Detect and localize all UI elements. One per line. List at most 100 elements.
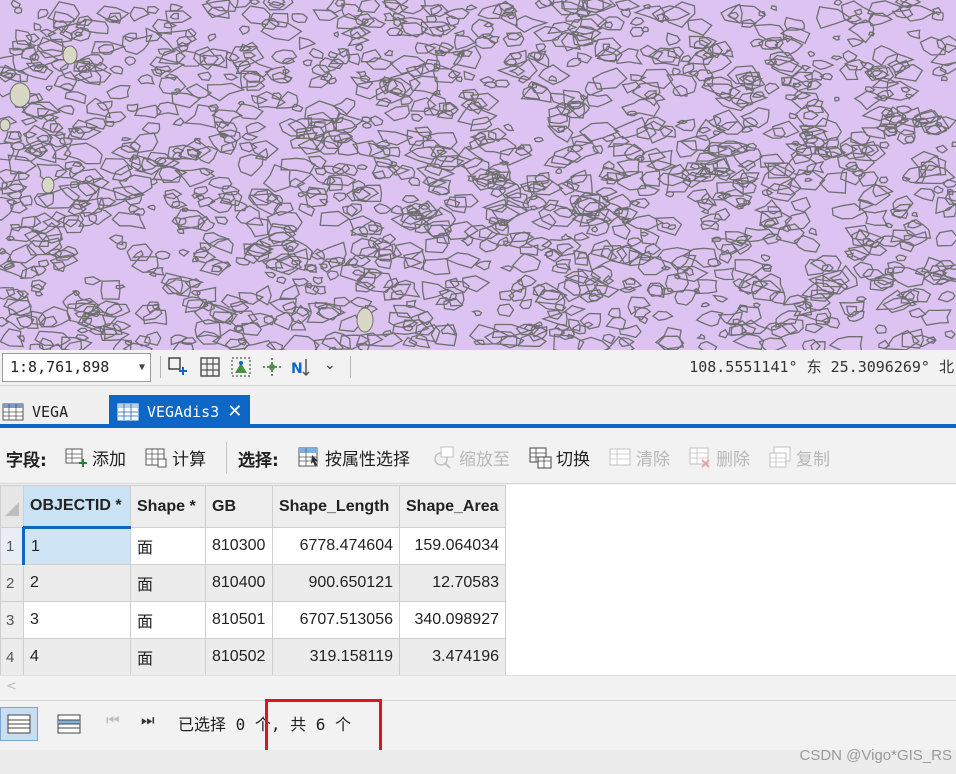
- add-field-label: 添加: [92, 449, 126, 470]
- delete-label: 删除: [716, 449, 750, 470]
- map-status-bar: 1:8,761,898 ▼ N ⌄ 108.5551141° 东 25.3096…: [0, 350, 956, 386]
- copy-button[interactable]: 复制: [768, 444, 830, 470]
- column-header-gb[interactable]: GB: [205, 485, 273, 528]
- clear-selection-label: 清除: [636, 449, 670, 470]
- table-icon: [2, 403, 24, 421]
- delete-button[interactable]: 删除: [688, 444, 750, 470]
- first-record-icon[interactable]: ⏮: [106, 711, 120, 729]
- north-arrow-icon[interactable]: N: [290, 355, 314, 379]
- select-all-corner[interactable]: [0, 485, 24, 528]
- unclassified-patch: [62, 45, 78, 65]
- add-field-icon: [65, 448, 87, 467]
- tab-label: VEGA: [32, 403, 69, 421]
- divider: [350, 356, 351, 378]
- cell-shape-length[interactable]: 6778.474604: [272, 527, 400, 565]
- clear-selection-button[interactable]: 清除: [608, 444, 670, 470]
- cell-gb[interactable]: 810300: [205, 527, 273, 565]
- cell-shape-area[interactable]: 3.474196: [399, 638, 506, 676]
- all-records-icon: [7, 714, 31, 734]
- switch-selection-label: 切换: [556, 449, 590, 470]
- cell-gb[interactable]: 810400: [205, 564, 273, 602]
- close-icon[interactable]: ✕: [227, 401, 242, 422]
- cell-objectid[interactable]: 1: [23, 527, 131, 565]
- grid-icon[interactable]: [198, 355, 222, 379]
- field-label: 字段:: [6, 451, 47, 471]
- cell-shape[interactable]: 面: [130, 638, 206, 676]
- tab-vega[interactable]: VEGA: [0, 396, 76, 428]
- zoom-to-label: 缩放至: [459, 449, 510, 470]
- chevron-down-icon[interactable]: ⌄: [324, 357, 336, 373]
- cell-objectid[interactable]: 4: [23, 638, 131, 676]
- chevron-down-icon[interactable]: ▼: [139, 354, 145, 381]
- tab-label: VEGAdis3: [147, 402, 220, 421]
- map-view[interactable]: [0, 0, 956, 350]
- switch-selection-button[interactable]: 切换: [528, 444, 590, 470]
- unclassified-patch: [9, 82, 31, 108]
- tab-vegadis3[interactable]: VEGAdis3 ✕: [109, 395, 251, 428]
- switch-selection-icon: [529, 447, 552, 469]
- cell-shape-length[interactable]: 6707.513056: [272, 601, 400, 639]
- annotation-highlight-box: [265, 699, 382, 754]
- show-all-records-button[interactable]: [0, 707, 38, 741]
- cell-gb[interactable]: 810501: [205, 601, 273, 639]
- cell-shape-area[interactable]: 12.70583: [399, 564, 506, 602]
- cell-objectid[interactable]: 2: [23, 564, 131, 602]
- selected-records-icon: [57, 714, 81, 734]
- table-footer: ⏮ ⏭ 已选择 0 个, 共 6 个: [0, 700, 956, 750]
- cell-shape[interactable]: 面: [130, 564, 206, 602]
- scale-value: 1:8,761,898: [10, 358, 110, 376]
- table-row[interactable]: 4 4 面 810502 319.158119 3.474196: [0, 638, 506, 676]
- coordinate-readout: 108.5551141° 东 25.3096269° 北: [689, 358, 954, 376]
- unclassified-patch: [356, 307, 374, 333]
- cell-shape-length[interactable]: 900.650121: [272, 564, 400, 602]
- cell-shape-length[interactable]: 319.158119: [272, 638, 400, 676]
- cell-gb[interactable]: 810502: [205, 638, 273, 676]
- header-row: OBJECTID * Shape * GB Shape_Length Shape…: [0, 485, 506, 529]
- calculate-field-label: 计算: [172, 449, 206, 470]
- map-canvas[interactable]: [0, 0, 956, 350]
- cell-shape[interactable]: 面: [130, 601, 206, 639]
- cell-shape[interactable]: 面: [130, 527, 206, 565]
- table-tab-strip: VEGA VEGAdis3 ✕: [0, 386, 956, 428]
- table-row[interactable]: 2 2 面 810400 900.650121 12.70583: [0, 564, 506, 602]
- add-field-button[interactable]: 添加: [64, 444, 126, 470]
- scale-selector[interactable]: 1:8,761,898 ▼: [2, 353, 151, 382]
- snapping-icon[interactable]: [229, 355, 253, 379]
- zoom-to-icon: [434, 446, 454, 469]
- last-record-icon[interactable]: ⏭: [141, 711, 155, 729]
- corner-triangle-icon: [5, 502, 19, 516]
- divider: [226, 442, 227, 474]
- column-header-shape-length[interactable]: Shape_Length: [272, 485, 400, 528]
- crosshair-icon[interactable]: [260, 355, 284, 379]
- delete-icon: [689, 447, 710, 468]
- column-header-shape-area[interactable]: Shape_Area: [399, 485, 506, 528]
- row-number[interactable]: 3: [0, 601, 24, 639]
- cell-shape-area[interactable]: 159.064034: [399, 527, 506, 565]
- attribute-grid: OBJECTID * Shape * GB Shape_Length Shape…: [0, 485, 506, 676]
- fixed-zoom-icon[interactable]: [166, 355, 190, 379]
- zoom-to-button[interactable]: 缩放至: [431, 444, 510, 470]
- row-number[interactable]: 2: [0, 564, 24, 602]
- column-header-shape[interactable]: Shape *: [130, 485, 206, 528]
- calculate-field-button[interactable]: 计算: [144, 444, 206, 470]
- unclassified-patch: [41, 176, 55, 194]
- select-by-attributes-icon: [298, 447, 318, 467]
- attribute-table-toolbar: 字段: 添加 计算 选择: 按属性选择 缩放至 切换 清除 删除 复制: [0, 432, 956, 484]
- show-selected-records-button[interactable]: [50, 707, 88, 741]
- table-row[interactable]: 1 1 面 810300 6778.474604 159.064034: [0, 527, 506, 565]
- clear-selection-icon: [609, 448, 631, 466]
- watermark: CSDN @Vigo*GIS_RS: [799, 747, 952, 764]
- selection-label: 选择:: [238, 451, 279, 471]
- row-number[interactable]: 1: [0, 527, 25, 565]
- horizontal-scrollbar[interactable]: <: [0, 675, 956, 700]
- scroll-left-icon[interactable]: <: [6, 679, 17, 694]
- select-by-attributes-button[interactable]: 按属性选择: [297, 444, 410, 470]
- row-number[interactable]: 4: [0, 638, 24, 676]
- column-header-objectid[interactable]: OBJECTID *: [23, 485, 131, 529]
- select-by-attributes-label: 按属性选择: [325, 449, 410, 470]
- cell-objectid[interactable]: 3: [23, 601, 131, 639]
- table-icon: [117, 403, 139, 420]
- cell-shape-area[interactable]: 340.098927: [399, 601, 506, 639]
- attribute-table: OBJECTID * Shape * GB Shape_Length Shape…: [0, 485, 956, 676]
- table-row[interactable]: 3 3 面 810501 6707.513056 340.098927: [0, 601, 506, 639]
